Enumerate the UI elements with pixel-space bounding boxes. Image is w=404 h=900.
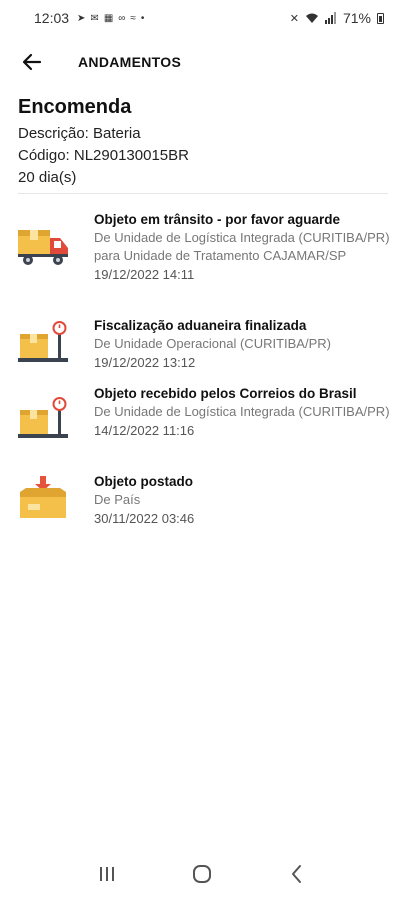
battery-icon <box>377 12 384 24</box>
status-bar: 12:03 ➤ ✉ ▦ ∞ ≈ • ✕ 71% <box>0 0 404 36</box>
home-icon[interactable] <box>190 862 214 886</box>
event-title: Objeto recebido pelos Correios do Brasil <box>94 386 357 401</box>
battery-percentage: 71% <box>342 10 371 26</box>
package-code: Código: NL290130015BR <box>18 147 189 164</box>
telegram-icon: ➤ <box>77 12 86 24</box>
wifi-icon <box>305 13 318 23</box>
event-title: Fiscalização aduaneira finalizada <box>94 318 307 333</box>
more-notifications-icon: • <box>140 12 145 24</box>
event-description: De Unidade Operacional (CURITIBA/PR) <box>94 336 331 351</box>
event-title: Objeto em trânsito - por favor aguarde <box>94 212 341 227</box>
system-navigation-bar <box>0 848 404 900</box>
divider <box>18 193 388 194</box>
event-title: Objeto postado <box>94 474 193 489</box>
wave-icon: ≈ <box>130 12 136 24</box>
event-description: De Unidade de Logística Integrada (CURIT… <box>94 230 390 263</box>
event-text: Objeto postado De País 30/11/2022 03:46 <box>94 472 394 529</box>
link-icon: ∞ <box>118 12 126 24</box>
event-description: De Unidade de Logística Integrada (CURIT… <box>94 404 390 419</box>
package-title: Encomenda <box>18 96 132 118</box>
status-right: ✕ 71% <box>290 10 384 26</box>
back-arrow-icon[interactable] <box>20 50 44 74</box>
event-text: Fiscalização aduaneira finalizada De Uni… <box>94 316 394 373</box>
event-text: Objeto recebido pelos Correios do Brasil… <box>94 384 394 441</box>
event-datetime: 30/11/2022 03:46 <box>94 511 195 526</box>
package-posted-icon <box>20 476 66 518</box>
delivery-truck-icon <box>18 230 68 265</box>
package-description: Descrição: Bateria <box>18 125 141 142</box>
signal-icon <box>324 12 336 24</box>
package-days: 20 dia(s) <box>18 169 77 186</box>
event-datetime: 14/12/2022 11:16 <box>94 423 195 438</box>
app-icon: ▦ <box>103 12 114 24</box>
package-header: Encomenda Descrição: Bateria Código: NL2… <box>18 96 390 189</box>
mute-icon: ✕ <box>289 12 299 25</box>
recent-apps-icon[interactable] <box>95 862 119 886</box>
app-bar: ANDAMENTOS <box>0 44 404 80</box>
status-time: 12:03 <box>34 10 70 26</box>
event-description: De País <box>94 492 141 507</box>
event-text: Objeto em trânsito - por favor aguarde D… <box>94 210 394 285</box>
notification-icons: ➤ ✉ ▦ ∞ ≈ • <box>77 13 144 24</box>
mail-icon: ✉ <box>90 12 99 24</box>
back-nav-icon[interactable] <box>285 862 309 886</box>
package-scale-icon <box>18 397 68 438</box>
event-datetime: 19/12/2022 13:12 <box>94 355 196 370</box>
event-datetime: 19/12/2022 14:11 <box>94 267 195 282</box>
package-scale-icon <box>18 321 68 362</box>
page-title: ANDAMENTOS <box>78 54 182 70</box>
